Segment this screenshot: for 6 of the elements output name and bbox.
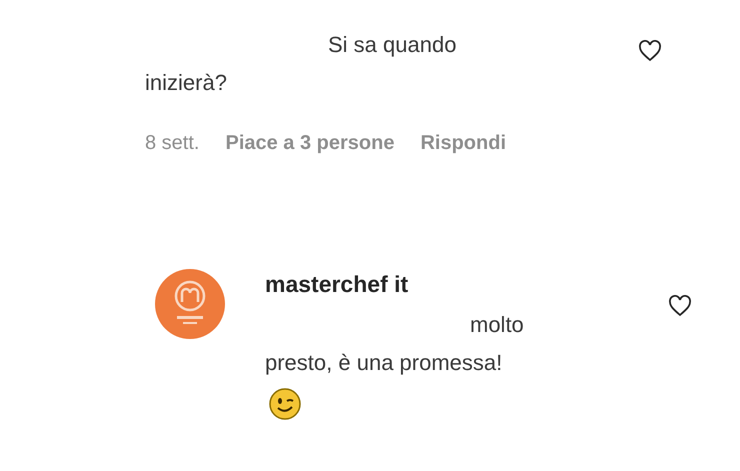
likes-link[interactable]: Piace a 3 persone bbox=[225, 132, 394, 155]
comment-time: 8 sett. bbox=[145, 132, 200, 155]
username[interactable]: masterchef it bbox=[265, 271, 663, 298]
reply-link[interactable]: Rispondi bbox=[420, 132, 506, 155]
comment-text: Si sa quando inizierà? bbox=[145, 31, 458, 97]
comment-text: molto presto, è una promessa! bbox=[265, 311, 525, 377]
